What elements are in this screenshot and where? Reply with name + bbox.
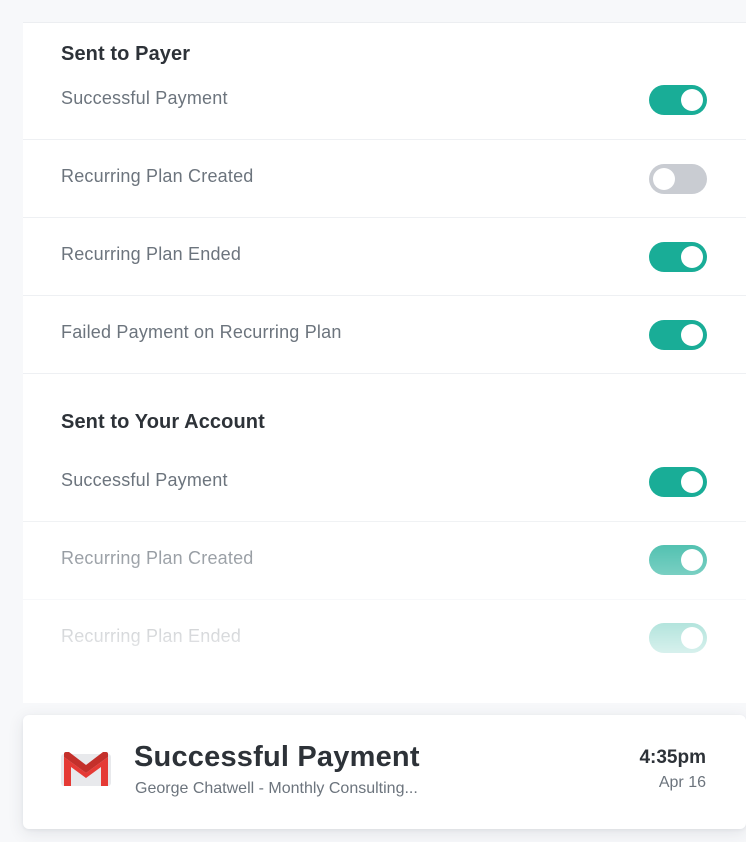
toggle-knob — [681, 89, 703, 111]
email-settings-panel: Sent to Payer Successful Payment Recurri… — [23, 22, 746, 703]
notification-time: 4:35pm — [639, 747, 706, 768]
setting-label: Recurring Plan Ended — [61, 244, 242, 264]
setting-row-account-recurring-plan-ended: Recurring Plan Ended — [23, 599, 746, 677]
setting-label: Recurring Plan Created — [61, 166, 254, 186]
toggle-switch-payer-recurring-plan-ended[interactable] — [649, 242, 707, 272]
toggle-switch-payer-failed-payment[interactable] — [649, 320, 707, 350]
toggle-knob — [681, 627, 703, 649]
section-title-sent-to-your-account: Sent to Your Account — [61, 411, 265, 433]
setting-row-payer-failed-payment: Failed Payment on Recurring Plan — [23, 295, 746, 374]
setting-label: Recurring Plan Created — [61, 548, 254, 568]
toggle-switch-account-successful-payment[interactable] — [649, 467, 707, 497]
notification-subtitle: George Chatwell - Monthly Consulting... — [135, 780, 418, 797]
email-notification-card[interactable]: Successful Payment George Chatwell - Mon… — [23, 715, 746, 829]
toggle-knob — [681, 471, 703, 493]
setting-label: Successful Payment — [61, 88, 228, 108]
setting-row-account-recurring-plan-created: Recurring Plan Created — [23, 521, 746, 600]
toggle-knob — [681, 324, 703, 346]
toggle-knob — [681, 246, 703, 268]
notification-date: Apr 16 — [658, 774, 706, 791]
setting-row-payer-successful-payment: Successful Payment — [23, 61, 746, 140]
setting-row-payer-recurring-plan-ended: Recurring Plan Ended — [23, 217, 746, 296]
setting-label: Failed Payment on Recurring Plan — [61, 322, 342, 342]
setting-label: Successful Payment — [61, 470, 228, 490]
gmail-icon — [61, 752, 111, 786]
notification-title: Successful Payment — [134, 741, 420, 773]
notification-settings-screen: Sent to Payer Successful Payment Recurri… — [0, 0, 746, 842]
toggle-knob — [681, 549, 703, 571]
setting-row-payer-recurring-plan-created: Recurring Plan Created — [23, 139, 746, 218]
toggle-switch-account-recurring-plan-created[interactable] — [649, 545, 707, 575]
toggle-switch-payer-successful-payment[interactable] — [649, 85, 707, 115]
setting-row-account-successful-payment: Successful Payment — [23, 443, 746, 522]
toggle-switch-payer-recurring-plan-created[interactable] — [649, 164, 707, 194]
setting-label: Recurring Plan Ended — [61, 626, 242, 646]
toggle-knob — [653, 168, 675, 190]
toggle-switch-account-recurring-plan-ended[interactable] — [649, 623, 707, 653]
